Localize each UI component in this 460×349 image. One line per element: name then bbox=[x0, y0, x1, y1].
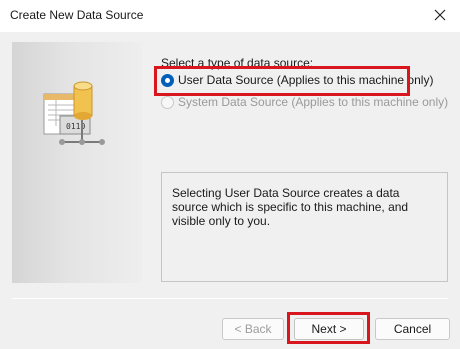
system-data-source-radio[interactable] bbox=[161, 95, 174, 109]
next-button-highlight bbox=[287, 312, 370, 344]
description-text: Selecting User Data Source creates a dat… bbox=[172, 186, 409, 228]
button-separator bbox=[12, 298, 448, 299]
window-title: Create New Data Source bbox=[10, 8, 144, 22]
user-data-source-highlight bbox=[154, 66, 410, 96]
close-icon bbox=[434, 9, 446, 21]
wizard-side-panel: 0110 bbox=[12, 42, 142, 283]
cancel-button[interactable]: Cancel bbox=[375, 318, 450, 340]
data-source-illustration-icon: 0110 bbox=[43, 81, 105, 145]
system-data-source-option[interactable]: System Data Source (Applies to this mach… bbox=[161, 95, 448, 109]
system-data-source-label[interactable]: System Data Source (Applies to this mach… bbox=[178, 95, 448, 109]
close-button[interactable] bbox=[420, 0, 460, 32]
back-button[interactable]: < Back bbox=[222, 318, 284, 340]
title-bar: Create New Data Source bbox=[0, 0, 460, 32]
description-box: Selecting User Data Source creates a dat… bbox=[161, 172, 448, 282]
